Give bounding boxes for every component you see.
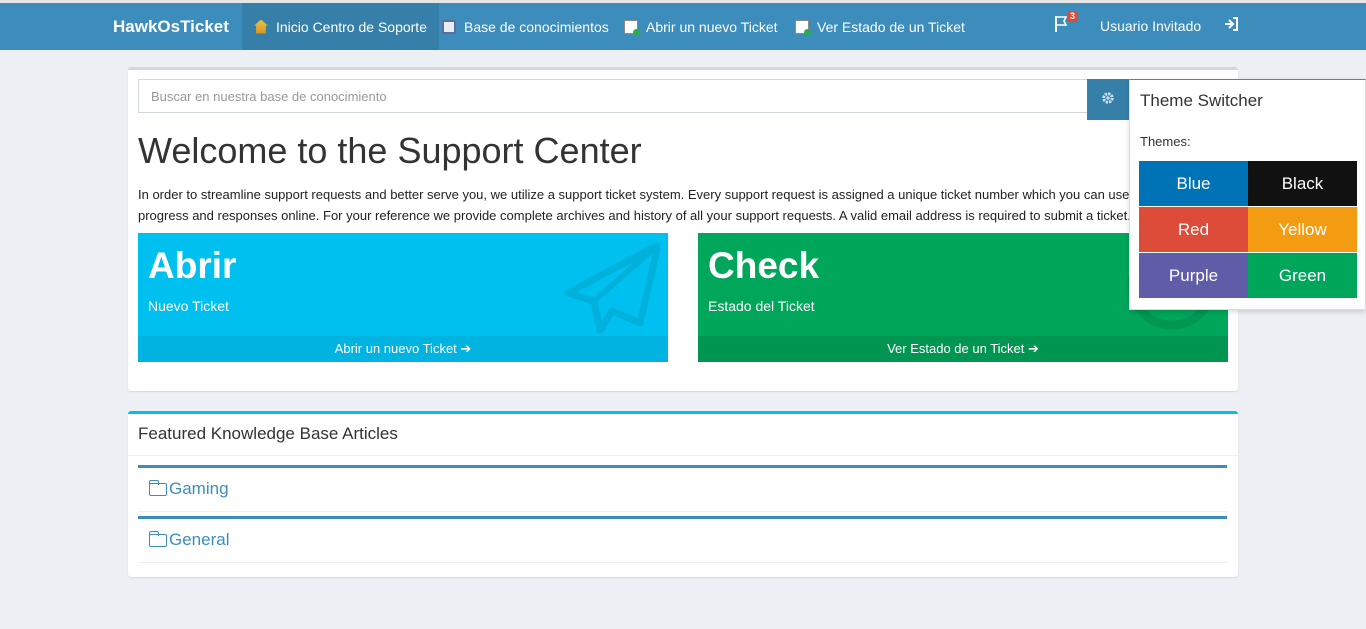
theme-yellow-button[interactable]: Yellow	[1248, 207, 1357, 252]
nav-home[interactable]: Inicio Centro de Soporte	[242, 3, 439, 50]
folder-open-icon	[148, 530, 167, 547]
nav-new-ticket-label: Abrir un nuevo Ticket	[646, 18, 778, 35]
theme-black-button[interactable]: Black	[1248, 161, 1357, 206]
brand-logo[interactable]: HawkOsTicket	[113, 3, 229, 50]
nav-ticket-status-label: Ver Estado de un Ticket	[817, 18, 965, 35]
kb-category: General	[138, 516, 1227, 563]
intro-line-2: progress and responses online. For your …	[138, 208, 1131, 223]
kb-category-link[interactable]: Gaming	[148, 479, 229, 499]
tile-subtitle: Nuevo Ticket	[148, 298, 229, 314]
theme-switcher-title: Theme Switcher	[1140, 91, 1263, 110]
nav-knowledgebase-label: Base de conocimientos	[464, 18, 609, 35]
kb-title: Featured Knowledge Base Articles	[138, 424, 398, 443]
nav-ticket-status[interactable]: Ver Estado de un Ticket	[783, 3, 977, 50]
intro-line-1: In order to streamline support requests …	[138, 187, 1138, 202]
navbar: HawkOsTicket Inicio Centro de Soporte Ba…	[0, 3, 1366, 50]
search-button[interactable]	[1087, 79, 1129, 120]
search-input[interactable]	[138, 79, 1088, 113]
arrow-circle-right-icon: ➔	[460, 341, 472, 356]
tile-heading: Abrir	[148, 245, 237, 286]
theme-purple-button[interactable]: Purple	[1139, 253, 1248, 298]
new-ticket-icon	[624, 19, 640, 36]
open-ticket-link[interactable]: Abrir un nuevo Ticket ➔	[138, 336, 668, 362]
open-ticket-tile: Abrir Nuevo Ticket Abrir un nuevo Ticket…	[138, 233, 668, 362]
check-ticket-link[interactable]: Ver Estado de un Ticket ➔	[698, 336, 1228, 362]
book-icon	[442, 19, 456, 34]
kb-divider	[128, 455, 1238, 456]
check-ticket-link-label: Ver Estado de un Ticket	[887, 341, 1025, 356]
nav-knowledgebase[interactable]: Base de conocimientos	[430, 3, 621, 50]
theme-blue-button[interactable]: Blue	[1139, 161, 1248, 206]
theme-red-button[interactable]: Red	[1139, 207, 1248, 252]
notification-badge: 3	[1067, 11, 1079, 22]
intro-text: In order to streamline support requests …	[138, 184, 1138, 226]
theme-green-button[interactable]: Green	[1248, 253, 1357, 298]
themes-label: Themes:	[1140, 134, 1191, 149]
home-icon	[254, 19, 268, 34]
nav-home-label: Inicio Centro de Soporte	[276, 18, 427, 35]
user-menu[interactable]: Usuario Invitado	[1100, 3, 1201, 50]
tile-heading: Check	[708, 245, 820, 286]
ticket-status-icon	[795, 19, 811, 36]
nav-new-ticket[interactable]: Abrir un nuevo Ticket	[612, 3, 790, 50]
kb-category: Gaming	[138, 465, 1227, 512]
tile-subtitle: Estado del Ticket	[708, 298, 815, 314]
open-ticket-link-label: Abrir un nuevo Ticket	[334, 341, 457, 356]
kb-category-label: General	[169, 530, 230, 549]
page-title: Welcome to the Support Center	[138, 130, 642, 171]
gear-icon	[1101, 91, 1115, 109]
arrow-circle-right-icon: ➔	[1028, 341, 1039, 356]
sign-in-icon[interactable]	[1224, 3, 1238, 50]
kb-category-link[interactable]: General	[148, 530, 230, 550]
kb-category-label: Gaming	[169, 479, 229, 498]
folder-open-icon	[148, 479, 167, 496]
paper-plane-icon	[564, 243, 660, 333]
